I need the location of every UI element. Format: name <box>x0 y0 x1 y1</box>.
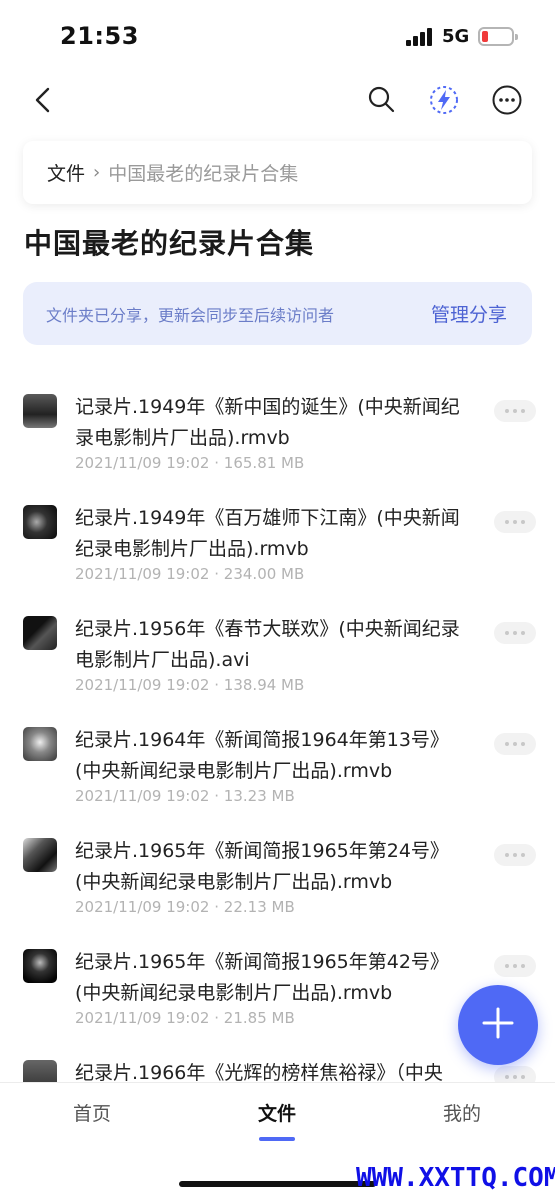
file-name: 纪录片.1956年《春节大联欢》(中央新闻纪录电影制片厂出品).avi <box>75 618 460 671</box>
video-thumbnail <box>23 838 57 872</box>
file-more-button[interactable] <box>494 733 536 755</box>
status-time: 21:53 <box>60 22 139 50</box>
file-meta: 2021/11/09 19:02 · 138.94 MB <box>75 676 304 694</box>
meta-separator: · <box>214 898 220 916</box>
video-thumbnail <box>23 616 57 650</box>
top-nav <box>0 70 555 130</box>
page-title: 中国最老的纪录片合集 <box>24 227 315 260</box>
video-thumbnail <box>23 1060 57 1082</box>
video-thumbnail <box>23 394 57 428</box>
file-name: 纪录片.1966年《光辉的榜样焦裕禄》（中央 <box>75 1062 443 1082</box>
file-name: 纪录片.1965年《新闻简报1965年第24号》(中央新闻纪录电影制片厂出品).… <box>75 840 449 893</box>
file-meta: 2021/11/09 19:02 · 13.23 MB <box>75 787 295 805</box>
file-size: 13.23 MB <box>223 787 295 805</box>
meta-separator: · <box>214 787 220 805</box>
file-meta: 2021/11/09 19:02 · 22.13 MB <box>75 898 295 916</box>
file-more-button[interactable] <box>494 955 536 977</box>
add-button[interactable] <box>458 985 538 1065</box>
tab-files[interactable]: 文件 <box>258 1099 296 1126</box>
network-label: 5G <box>442 26 470 47</box>
file-more-button[interactable] <box>494 511 536 533</box>
file-meta: 2021/11/09 19:02 · 165.81 MB <box>75 454 304 472</box>
plus-icon <box>481 1006 515 1044</box>
file-more-button[interactable] <box>494 844 536 866</box>
file-size: 234.00 MB <box>223 565 305 583</box>
status-bar: 21:53 5G <box>0 0 555 70</box>
watermark: WWW.XXTTQ.COM <box>356 1163 555 1193</box>
meta-separator: · <box>214 454 220 472</box>
file-name: 纪录片.1965年《新闻简报1965年第42号》(中央新闻纪录电影制片厂出品).… <box>75 951 449 1004</box>
video-thumbnail <box>23 727 57 761</box>
tab-home[interactable]: 首页 <box>73 1099 111 1126</box>
file-date: 2021/11/09 19:02 <box>75 1009 210 1027</box>
more-icon[interactable] <box>487 80 527 120</box>
file-date: 2021/11/09 19:02 <box>75 676 210 694</box>
share-banner-text: 文件夹已分享，更新会同步至后续访问者 <box>46 305 335 325</box>
file-size: 165.81 MB <box>223 454 305 472</box>
file-meta: 2021/11/09 19:02 · 234.00 MB <box>75 565 304 583</box>
tab-mine[interactable]: 我的 <box>443 1099 481 1126</box>
file-list: 记录片.1949年《新中国的诞生》(中央新闻纪录电影制片厂出品).rmvb 20… <box>0 382 555 1082</box>
file-date: 2021/11/09 19:02 <box>75 454 210 472</box>
search-icon[interactable] <box>362 80 402 120</box>
back-icon[interactable] <box>24 80 64 120</box>
manage-share-button[interactable]: 管理分享 <box>431 300 507 327</box>
share-banner: 文件夹已分享，更新会同步至后续访问者 管理分享 <box>23 282 532 345</box>
file-more-button[interactable] <box>494 1066 536 1082</box>
file-size: 22.13 MB <box>223 898 295 916</box>
file-name: 纪录片.1964年《新闻简报1964年第13号》(中央新闻纪录电影制片厂出品).… <box>75 729 449 782</box>
file-name: 记录片.1949年《新中国的诞生》(中央新闻纪录电影制片厂出品).rmvb <box>75 396 460 449</box>
breadcrumb-current: 中国最老的纪录片合集 <box>108 163 299 185</box>
video-thumbnail <box>23 949 57 983</box>
meta-separator: · <box>214 565 220 583</box>
home-indicator <box>179 1181 376 1187</box>
file-size: 21.85 MB <box>223 1009 295 1027</box>
file-row[interactable]: 记录片.1949年《新中国的诞生》(中央新闻纪录电影制片厂出品).rmvb 20… <box>0 382 555 493</box>
meta-separator: · <box>214 1009 220 1027</box>
file-row[interactable]: 纪录片.1964年《新闻简报1964年第13号》(中央新闻纪录电影制片厂出品).… <box>0 715 555 826</box>
file-date: 2021/11/09 19:02 <box>75 565 210 583</box>
file-more-button[interactable] <box>494 622 536 644</box>
active-tab-indicator <box>259 1137 295 1141</box>
video-thumbnail <box>23 505 57 539</box>
file-date: 2021/11/09 19:02 <box>75 898 210 916</box>
battery-icon <box>478 27 518 46</box>
file-row[interactable]: 纪录片.1949年《百万雄师下江南》(中央新闻纪录电影制片厂出品).rmvb 2… <box>0 493 555 604</box>
chevron-right-icon: › <box>93 162 101 183</box>
file-name: 纪录片.1949年《百万雄师下江南》(中央新闻纪录电影制片厂出品).rmvb <box>75 507 460 560</box>
file-row[interactable]: 纪录片.1956年《春节大联欢》(中央新闻纪录电影制片厂出品).avi 2021… <box>0 604 555 715</box>
file-date: 2021/11/09 19:02 <box>75 787 210 805</box>
meta-separator: · <box>214 676 220 694</box>
lightning-icon[interactable] <box>424 80 464 120</box>
breadcrumb-root[interactable]: 文件 <box>47 159 85 186</box>
file-row[interactable]: 纪录片.1965年《新闻简报1965年第24号》(中央新闻纪录电影制片厂出品).… <box>0 826 555 937</box>
file-size: 138.94 MB <box>223 676 305 694</box>
file-more-button[interactable] <box>494 400 536 422</box>
file-meta: 2021/11/09 19:02 · 21.85 MB <box>75 1009 295 1027</box>
signal-icon <box>406 28 436 46</box>
breadcrumb: 文件 › 中国最老的纪录片合集 <box>23 141 532 204</box>
